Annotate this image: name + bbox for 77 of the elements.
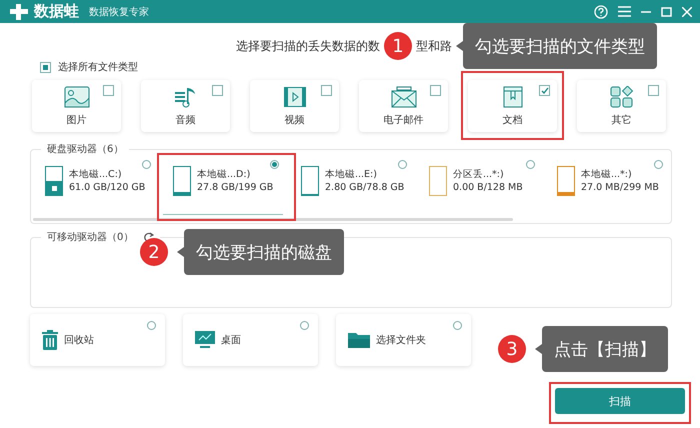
app-name: 数据蛙 — [34, 2, 79, 21]
checkbox[interactable] — [430, 85, 441, 96]
callout-tooltip: 勾选要扫描的磁盘 — [177, 229, 344, 275]
drive-usage: 61.0 GB/120 GB — [69, 181, 146, 194]
book-icon — [502, 86, 524, 108]
maximize-icon[interactable] — [661, 6, 672, 16]
radio-button[interactable] — [300, 321, 309, 330]
drive-name: 分区丢...*:) — [453, 168, 505, 181]
page-heading: 型和路 — [416, 38, 452, 54]
drive-name: 本地磁...*:) — [581, 168, 633, 181]
app-subtitle: 数据恢复专家 — [89, 6, 149, 18]
file-type-card[interactable]: 图片 — [32, 80, 121, 132]
drive-item[interactable]: 本地磁...C:) 61.0 GB/120 GB — [31, 156, 159, 216]
file-type-label: 其它 — [612, 114, 632, 126]
trash-icon — [42, 330, 58, 350]
location-label: 选择文件夹 — [376, 334, 426, 347]
close-icon[interactable] — [682, 6, 692, 16]
radio-button[interactable] — [142, 160, 151, 169]
drive-item[interactable]: 本地磁...E:) 2.80 GB/78.8 GB — [287, 156, 415, 216]
file-type-card[interactable]: 视频 — [250, 80, 339, 132]
file-type-card[interactable]: 音频 — [141, 80, 230, 132]
logo-icon — [10, 4, 28, 20]
drive-usage: 2.80 GB/78.8 GB — [325, 181, 404, 194]
radio-button[interactable] — [654, 160, 663, 169]
folder-icon — [348, 331, 370, 349]
monitor-icon — [195, 331, 215, 349]
checkbox[interactable] — [648, 85, 659, 96]
checkbox[interactable] — [103, 85, 114, 96]
drive-item[interactable]: 本地磁...*:) 27.0 MB/299 MB — [543, 156, 671, 216]
drive-item[interactable]: 本地磁...D:) 27.8 GB/199 GB — [159, 156, 287, 216]
checkbox[interactable] — [212, 85, 223, 96]
callout-tooltip: 点击【扫描】 — [535, 326, 668, 372]
drive-usage: 27.8 GB/199 GB — [197, 181, 274, 194]
radio-button[interactable] — [147, 321, 156, 330]
radio-button[interactable] — [398, 160, 407, 169]
scan-button[interactable]: 扫描 — [555, 388, 685, 414]
drive-name: 本地磁...D:) — [197, 168, 252, 181]
file-type-label: 电子邮件 — [384, 114, 424, 126]
grid-icon — [610, 86, 634, 108]
radio-button[interactable] — [526, 160, 535, 169]
checkbox[interactable] — [539, 85, 550, 96]
scrollbar[interactable] — [33, 218, 513, 221]
file-type-label: 视频 — [284, 114, 304, 126]
checkbox[interactable] — [321, 85, 332, 96]
checkbox[interactable] — [40, 62, 51, 72]
radio-button[interactable] — [270, 160, 279, 169]
help-icon[interactable] — [594, 4, 608, 18]
drive-name: 本地磁...E:) — [325, 168, 378, 181]
location-label: 桌面 — [221, 334, 241, 347]
section-title: 可移动驱动器（0） — [47, 231, 134, 244]
drive-usage: 0.00 B/128 MB — [453, 181, 523, 194]
file-type-label: 图片 — [66, 114, 86, 126]
file-type-label: 音频 — [176, 114, 196, 126]
drive-name: 本地磁...C:) — [69, 168, 123, 181]
step-number-badge: 3 — [498, 335, 526, 363]
file-type-card[interactable]: 电子邮件 — [359, 80, 448, 132]
location-card[interactable]: 选择文件夹 — [336, 314, 471, 366]
page-heading: 选择要扫描的丢失数据的数 — [236, 38, 380, 54]
radio-button[interactable] — [453, 321, 462, 330]
envelope-icon — [390, 86, 416, 108]
file-type-label: 文档 — [502, 114, 522, 126]
file-type-card[interactable]: 其它 — [577, 80, 666, 132]
drive-item[interactable]: 分区丢...*:) 0.00 B/128 MB — [415, 156, 543, 216]
callout-tooltip: 勾选要扫描的文件类型 — [456, 23, 657, 69]
music-note-icon — [174, 86, 198, 108]
file-type-card[interactable]: 文档 — [468, 80, 557, 132]
section-title: 硬盘驱动器（6） — [47, 143, 124, 156]
menu-icon[interactable] — [618, 6, 631, 17]
location-card[interactable]: 桌面 — [183, 314, 318, 366]
step-number-badge: 1 — [384, 32, 412, 60]
checkbox-label: 选择所有文件类型 — [58, 60, 138, 74]
step-number-badge: 2 — [140, 238, 168, 266]
drive-usage: 27.0 MB/299 MB — [581, 181, 659, 194]
location-card[interactable]: 回收站 — [30, 314, 165, 366]
location-label: 回收站 — [64, 334, 94, 347]
image-icon — [64, 86, 90, 108]
film-icon — [282, 86, 306, 108]
